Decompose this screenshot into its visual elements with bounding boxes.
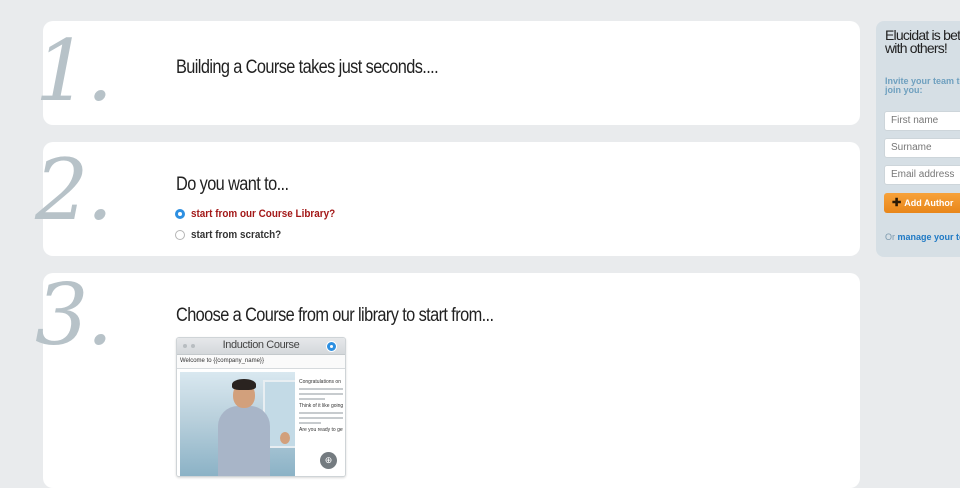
text-line: [299, 398, 326, 400]
option-label[interactable]: start from scratch?: [191, 229, 281, 241]
manage-team-text: Or manage your team: [885, 232, 960, 242]
manage-prefix: Or: [885, 232, 895, 242]
add-author-button[interactable]: ✚ Add Author: [884, 193, 960, 213]
sidebar-subtitle: Invite your team to join you:: [885, 76, 960, 95]
option-course-library[interactable]: start from our Course Library?: [175, 208, 351, 220]
step-number: 2.: [35, 141, 113, 239]
course-card-induction[interactable]: Induction Course Welcome to {{company_na…: [176, 337, 346, 477]
presenter-photo: [180, 372, 295, 476]
preview-heading: Think of it like going on: [299, 403, 343, 409]
preview-heading: Are you ready to get started?: [299, 427, 343, 433]
step-1-panel: 1. Building a Course takes just seconds.…: [35, 21, 860, 125]
presenter-hair: [232, 379, 256, 390]
preview-text: Congratulations on Think of it like goin…: [299, 379, 343, 436]
email-field[interactable]: Email address: [884, 165, 960, 185]
step-number: 1.: [35, 22, 113, 120]
presenter-hand: [280, 432, 290, 444]
text-line: [299, 412, 343, 414]
plus-icon: ✚: [892, 197, 902, 209]
step-3-panel: 3. Choose a Course from our library to s…: [35, 273, 860, 488]
preview-heading: Congratulations on: [299, 379, 341, 385]
radio-unselected-icon[interactable]: [175, 230, 185, 240]
step-heading: Choose a Course from our library to star…: [176, 305, 494, 326]
invite-team-sidebar: Elucidat is better with others! Invite y…: [876, 21, 960, 257]
sidebar-title: Elucidat is better with others!: [885, 27, 960, 56]
step-number: 3.: [35, 266, 113, 364]
course-select-icon[interactable]: [326, 341, 337, 352]
course-title: Induction Course: [222, 339, 300, 351]
course-subtitle: Welcome to {{company_name}}: [177, 355, 345, 369]
option-from-scratch[interactable]: start from scratch?: [175, 229, 291, 241]
zoom-in-icon[interactable]: ⊕: [320, 452, 337, 469]
text-line: [299, 393, 343, 395]
text-line: [299, 417, 343, 419]
text-line: [299, 388, 343, 390]
add-author-label: Add Author: [904, 198, 954, 208]
option-label[interactable]: start from our Course Library?: [191, 208, 335, 220]
card-header: Induction Course: [177, 338, 345, 355]
presenter-body: [218, 406, 270, 476]
first-name-field[interactable]: First name: [884, 111, 960, 131]
step-2-panel: 2. Do you want to... start from our Cour…: [35, 142, 860, 256]
step-heading: Building a Course takes just seconds....: [176, 57, 439, 78]
radio-selected-icon[interactable]: [175, 209, 185, 219]
surname-field[interactable]: Surname: [884, 138, 960, 158]
step-heading: Do you want to...: [176, 174, 289, 195]
text-line: [299, 422, 321, 424]
manage-team-link[interactable]: manage your team: [898, 232, 960, 242]
course-preview: Congratulations on Think of it like goin…: [177, 369, 345, 476]
